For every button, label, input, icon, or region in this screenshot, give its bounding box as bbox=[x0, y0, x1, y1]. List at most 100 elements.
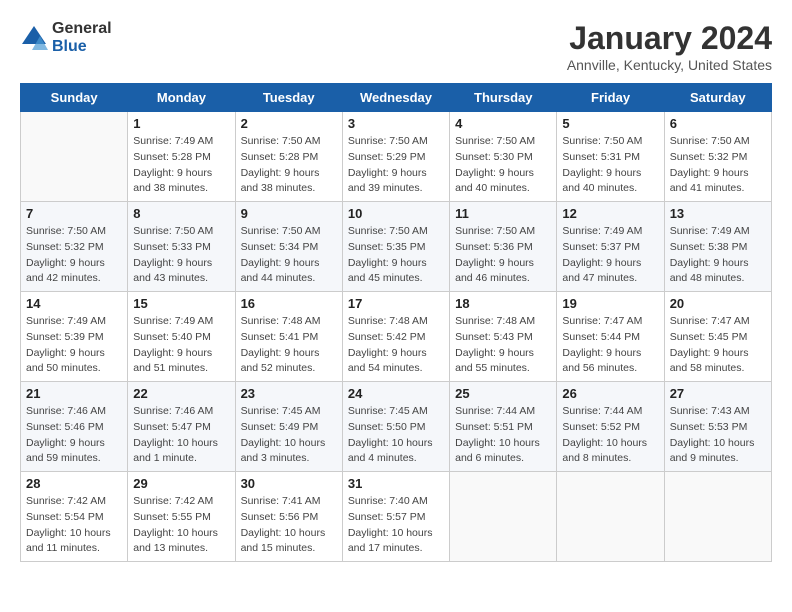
day-number: 21 bbox=[26, 386, 122, 401]
day-number: 10 bbox=[348, 206, 444, 221]
day-info: Sunrise: 7:49 AM Sunset: 5:40 PM Dayligh… bbox=[133, 314, 229, 377]
calendar-cell-w5-d2: 30Sunrise: 7:41 AM Sunset: 5:56 PM Dayli… bbox=[235, 472, 342, 562]
day-number: 1 bbox=[133, 116, 229, 131]
logo-text: General Blue bbox=[52, 20, 112, 56]
calendar-cell-w3-d1: 15 Sunrise: 7:49 AM Sunset: 5:40 PM Dayli… bbox=[128, 292, 235, 382]
day-info: Sunrise: 7:47 AM Sunset: 5:45 PM Dayligh… bbox=[670, 314, 766, 377]
calendar-header: SundayMondayTuesdayWednesdayThursdayFrid… bbox=[21, 84, 772, 112]
weekday-header-friday: Friday bbox=[557, 84, 664, 112]
day-number: 11 bbox=[455, 206, 551, 221]
weekday-header-sunday: Sunday bbox=[21, 84, 128, 112]
day-info: Sunrise: 7:42 AM Sunset: 5:55 PM Dayligh… bbox=[133, 494, 229, 557]
day-info: Sunrise: 7:43 AM Sunset: 5:53 PM Dayligh… bbox=[670, 404, 766, 467]
weekday-header-monday: Monday bbox=[128, 84, 235, 112]
day-number: 14 bbox=[26, 296, 122, 311]
day-info: Sunrise: 7:44 AM Sunset: 5:51 PM Dayligh… bbox=[455, 404, 551, 467]
weekday-header-row: SundayMondayTuesdayWednesdayThursdayFrid… bbox=[21, 84, 772, 112]
day-info: Sunrise: 7:48 AM Sunset: 5:42 PM Dayligh… bbox=[348, 314, 444, 377]
day-info: Sunrise: 7:50 AM Sunset: 5:32 PM Dayligh… bbox=[26, 224, 122, 287]
calendar-cell-w5-d0: 28 Sunrise: 7:42 AM Sunset: 5:54 PM Dayli… bbox=[21, 472, 128, 562]
calendar-week-3: 14Sunrise: 7:49 AM Sunset: 5:39 PM Dayli… bbox=[21, 292, 772, 382]
calendar-cell-w5-d1: 29 Sunrise: 7:42 AM Sunset: 5:55 PM Dayli… bbox=[128, 472, 235, 562]
day-number: 19 bbox=[562, 296, 658, 311]
calendar-cell-w5-d5 bbox=[557, 472, 664, 562]
day-info: Sunrise: 7:50 AM Sunset: 5:29 PM Dayligh… bbox=[348, 134, 444, 197]
calendar-cell-w5-d4 bbox=[450, 472, 557, 562]
day-info: Sunrise: 7:50 AM Sunset: 5:33 PM Dayligh… bbox=[133, 224, 229, 287]
day-number: 26 bbox=[562, 386, 658, 401]
logo: General Blue bbox=[20, 20, 112, 56]
day-info: Sunrise: 7:49 AM Sunset: 5:28 PM Dayligh… bbox=[133, 134, 229, 197]
day-number: 3 bbox=[348, 116, 444, 131]
day-info: Sunrise: 7:50 AM Sunset: 5:34 PM Dayligh… bbox=[241, 224, 337, 287]
weekday-header-saturday: Saturday bbox=[664, 84, 771, 112]
calendar-cell-w3-d2: 16Sunrise: 7:48 AM Sunset: 5:41 PM Dayli… bbox=[235, 292, 342, 382]
day-info: Sunrise: 7:50 AM Sunset: 5:31 PM Dayligh… bbox=[562, 134, 658, 197]
calendar-cell-w4-d0: 21Sunrise: 7:46 AM Sunset: 5:46 PM Dayli… bbox=[21, 382, 128, 472]
day-info: Sunrise: 7:50 AM Sunset: 5:28 PM Dayligh… bbox=[241, 134, 337, 197]
day-number: 22 bbox=[133, 386, 229, 401]
day-number: 9 bbox=[241, 206, 337, 221]
calendar-cell-w4-d2: 23 Sunrise: 7:45 AM Sunset: 5:49 PM Dayli… bbox=[235, 382, 342, 472]
logo-icon bbox=[20, 24, 48, 52]
day-info: Sunrise: 7:40 AM Sunset: 5:57 PM Dayligh… bbox=[348, 494, 444, 557]
calendar-cell-w5-d6 bbox=[664, 472, 771, 562]
calendar-cell-w1-d4: 4 Sunrise: 7:50 AM Sunset: 5:30 PM Daylig… bbox=[450, 112, 557, 202]
calendar-cell-w2-d5: 12Sunrise: 7:49 AM Sunset: 5:37 PM Dayli… bbox=[557, 202, 664, 292]
calendar-cell-w3-d4: 18 Sunrise: 7:48 AM Sunset: 5:43 PM Dayli… bbox=[450, 292, 557, 382]
calendar-week-5: 28 Sunrise: 7:42 AM Sunset: 5:54 PM Dayli… bbox=[21, 472, 772, 562]
day-number: 8 bbox=[133, 206, 229, 221]
calendar-cell-w3-d0: 14Sunrise: 7:49 AM Sunset: 5:39 PM Dayli… bbox=[21, 292, 128, 382]
calendar-cell-w2-d4: 11 Sunrise: 7:50 AM Sunset: 5:36 PM Dayli… bbox=[450, 202, 557, 292]
day-number: 23 bbox=[241, 386, 337, 401]
calendar-cell-w1-d6: 6Sunrise: 7:50 AM Sunset: 5:32 PM Daylig… bbox=[664, 112, 771, 202]
day-info: Sunrise: 7:50 AM Sunset: 5:36 PM Dayligh… bbox=[455, 224, 551, 287]
day-info: Sunrise: 7:48 AM Sunset: 5:43 PM Dayligh… bbox=[455, 314, 551, 377]
day-number: 6 bbox=[670, 116, 766, 131]
calendar-cell-w4-d1: 22 Sunrise: 7:46 AM Sunset: 5:47 PM Dayli… bbox=[128, 382, 235, 472]
day-number: 25 bbox=[455, 386, 551, 401]
day-number: 18 bbox=[455, 296, 551, 311]
calendar-cell-w3-d6: 20Sunrise: 7:47 AM Sunset: 5:45 PM Dayli… bbox=[664, 292, 771, 382]
title-block: January 2024 Annville, Kentucky, United … bbox=[567, 20, 772, 73]
day-number: 27 bbox=[670, 386, 766, 401]
day-number: 16 bbox=[241, 296, 337, 311]
day-info: Sunrise: 7:46 AM Sunset: 5:47 PM Dayligh… bbox=[133, 404, 229, 467]
calendar-cell-w4-d3: 24Sunrise: 7:45 AM Sunset: 5:50 PM Dayli… bbox=[342, 382, 449, 472]
calendar-cell-w2-d0: 7 Sunrise: 7:50 AM Sunset: 5:32 PM Daylig… bbox=[21, 202, 128, 292]
day-info: Sunrise: 7:49 AM Sunset: 5:38 PM Dayligh… bbox=[670, 224, 766, 287]
day-number: 17 bbox=[348, 296, 444, 311]
day-number: 29 bbox=[133, 476, 229, 491]
day-info: Sunrise: 7:41 AM Sunset: 5:56 PM Dayligh… bbox=[241, 494, 337, 557]
logo-general: General bbox=[52, 20, 112, 37]
weekday-header-tuesday: Tuesday bbox=[235, 84, 342, 112]
day-number: 5 bbox=[562, 116, 658, 131]
weekday-header-wednesday: Wednesday bbox=[342, 84, 449, 112]
day-number: 15 bbox=[133, 296, 229, 311]
calendar-cell-w2-d2: 9 Sunrise: 7:50 AM Sunset: 5:34 PM Daylig… bbox=[235, 202, 342, 292]
day-info: Sunrise: 7:44 AM Sunset: 5:52 PM Dayligh… bbox=[562, 404, 658, 467]
calendar-body: 1 Sunrise: 7:49 AM Sunset: 5:28 PM Daylig… bbox=[21, 112, 772, 562]
day-info: Sunrise: 7:45 AM Sunset: 5:49 PM Dayligh… bbox=[241, 404, 337, 467]
day-info: Sunrise: 7:42 AM Sunset: 5:54 PM Dayligh… bbox=[26, 494, 122, 557]
calendar-cell-w1-d0 bbox=[21, 112, 128, 202]
location-subtitle: Annville, Kentucky, United States bbox=[567, 57, 772, 73]
calendar-cell-w4-d6: 27 Sunrise: 7:43 AM Sunset: 5:53 PM Dayli… bbox=[664, 382, 771, 472]
day-number: 4 bbox=[455, 116, 551, 131]
calendar-cell-w1-d5: 5 Sunrise: 7:50 AM Sunset: 5:31 PM Daylig… bbox=[557, 112, 664, 202]
calendar-table: SundayMondayTuesdayWednesdayThursdayFrid… bbox=[20, 83, 772, 562]
calendar-cell-w2-d1: 8 Sunrise: 7:50 AM Sunset: 5:33 PM Daylig… bbox=[128, 202, 235, 292]
calendar-cell-w4-d5: 26 Sunrise: 7:44 AM Sunset: 5:52 PM Dayli… bbox=[557, 382, 664, 472]
calendar-week-1: 1 Sunrise: 7:49 AM Sunset: 5:28 PM Daylig… bbox=[21, 112, 772, 202]
day-number: 7 bbox=[26, 206, 122, 221]
day-number: 24 bbox=[348, 386, 444, 401]
calendar-cell-w1-d3: 3 Sunrise: 7:50 AM Sunset: 5:29 PM Daylig… bbox=[342, 112, 449, 202]
calendar-cell-w4-d4: 25 Sunrise: 7:44 AM Sunset: 5:51 PM Dayli… bbox=[450, 382, 557, 472]
calendar-cell-w2-d6: 13 Sunrise: 7:49 AM Sunset: 5:38 PM Dayli… bbox=[664, 202, 771, 292]
day-info: Sunrise: 7:50 AM Sunset: 5:30 PM Dayligh… bbox=[455, 134, 551, 197]
day-number: 2 bbox=[241, 116, 337, 131]
day-number: 28 bbox=[26, 476, 122, 491]
calendar-cell-w3-d3: 17 Sunrise: 7:48 AM Sunset: 5:42 PM Dayli… bbox=[342, 292, 449, 382]
page-header: General Blue January 2024 Annville, Kent… bbox=[20, 20, 772, 73]
day-number: 13 bbox=[670, 206, 766, 221]
